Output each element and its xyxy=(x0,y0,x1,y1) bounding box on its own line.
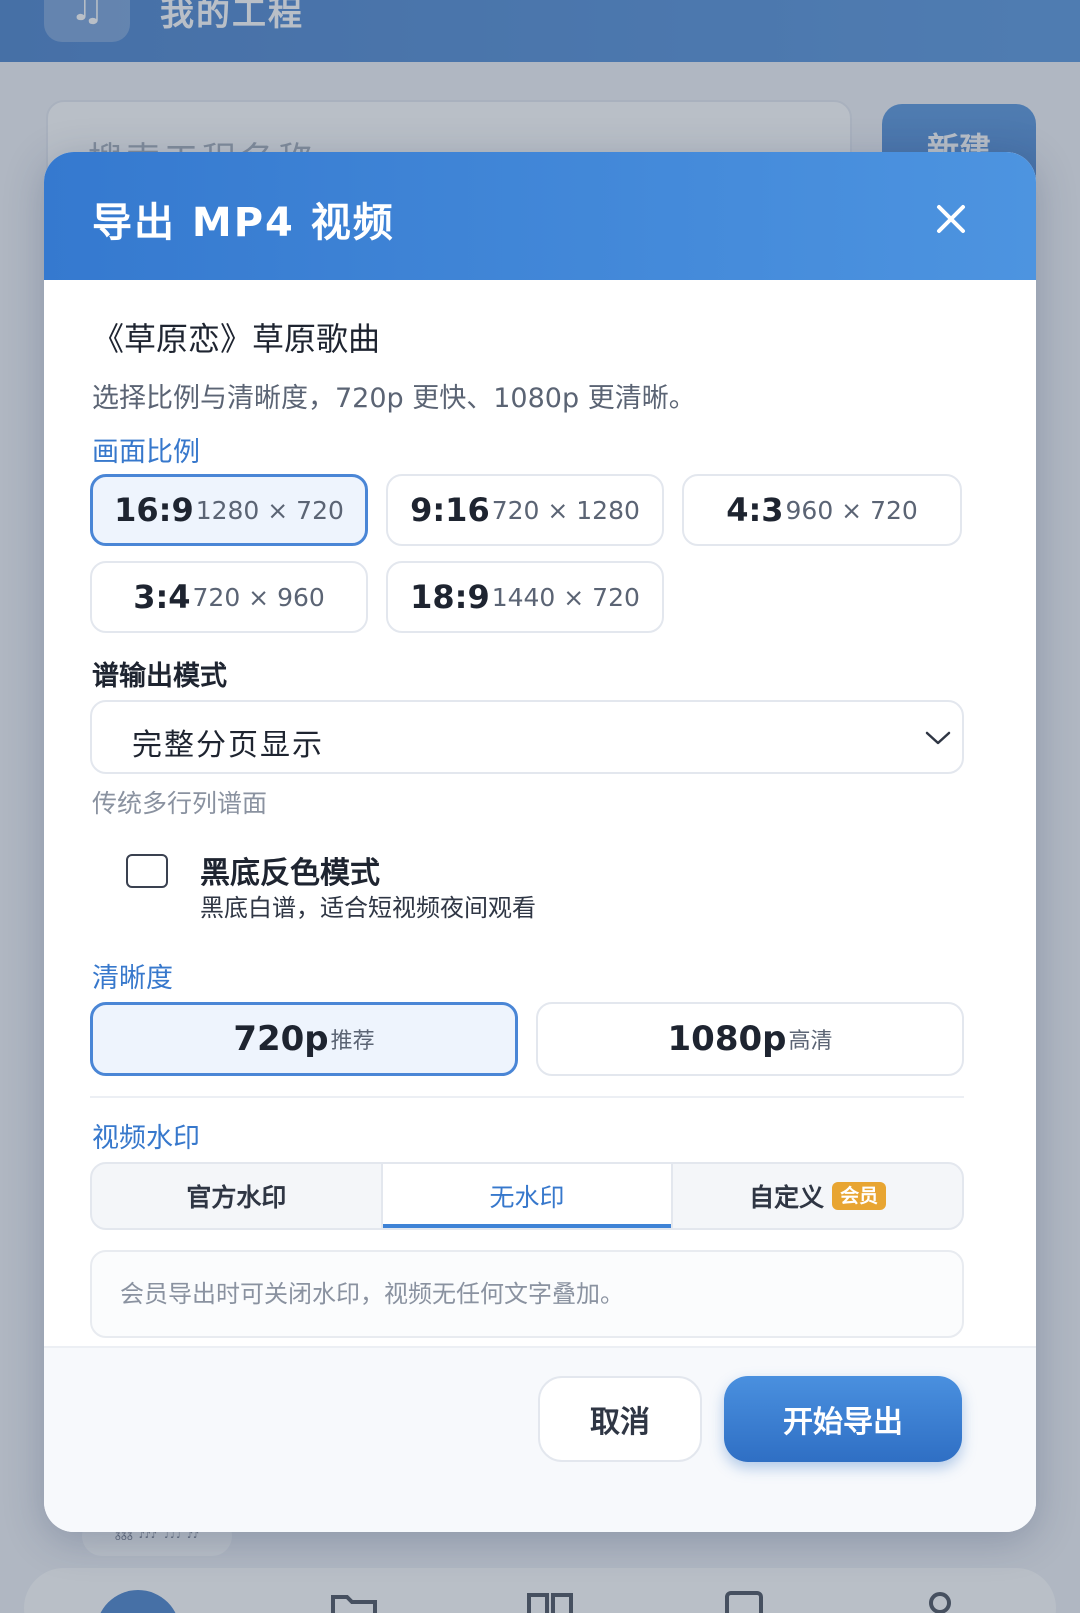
aspect-ratio-label: 画面比例 xyxy=(92,437,200,468)
ratio-resolution: 960 × 720 xyxy=(785,495,918,525)
dark-mode-title[interactable]: 黑底反色模式 xyxy=(200,848,380,892)
ratio-value: 16:9 xyxy=(114,491,194,529)
ratio-value: 4:3 xyxy=(726,491,784,529)
ratio-resolution: 720 × 960 xyxy=(192,582,325,612)
quality-value: 720p xyxy=(233,1019,329,1059)
chevron-down-icon xyxy=(925,731,951,745)
ratio-value: 18:9 xyxy=(410,578,490,616)
segment-label: 官方水印 xyxy=(186,1183,287,1212)
segment-label: 自定义 xyxy=(749,1183,825,1212)
close-button[interactable] xyxy=(924,192,978,246)
watermark-option-none[interactable]: 无水印 xyxy=(380,1164,672,1228)
section-divider xyxy=(90,1096,964,1098)
export-hint: 选择比例与清晰度，720p 更快、1080p 更清晰。 xyxy=(92,383,696,414)
dialog-footer: 取消 开始导出 xyxy=(44,1346,1036,1532)
vip-badge: 会员 xyxy=(832,1182,887,1210)
score-mode-label: 谱输出模式 xyxy=(92,661,227,692)
ratio-resolution: 1440 × 720 xyxy=(491,582,640,612)
ratio-option-16-9[interactable]: 16:9 1280 × 720 xyxy=(90,474,368,546)
score-mode-select[interactable]: 完整分页显示 xyxy=(90,700,964,774)
quality-value: 1080p xyxy=(667,1019,787,1059)
ratio-option-4-3[interactable]: 4:3 960 × 720 xyxy=(682,474,962,546)
quality-option-1080p[interactable]: 1080p 高清 xyxy=(536,1002,964,1076)
ratio-value: 9:16 xyxy=(410,491,490,529)
watermark-label: 视频水印 xyxy=(92,1123,200,1154)
dialog-header: 导出 MP4 视频 xyxy=(44,152,1036,280)
ratio-resolution: 720 × 1280 xyxy=(491,495,640,525)
song-name: 《草原恋》草原歌曲 xyxy=(92,320,381,358)
dark-mode-checkbox[interactable] xyxy=(126,854,168,888)
score-mode-value: 完整分页显示 xyxy=(132,728,324,763)
quality-tag: 高清 xyxy=(788,1029,833,1054)
segment-label: 无水印 xyxy=(489,1183,565,1212)
ratio-option-9-16[interactable]: 9:16 720 × 1280 xyxy=(386,474,664,546)
quality-label: 清晰度 xyxy=(92,963,173,994)
quality-option-720p[interactable]: 720p 推荐 xyxy=(90,1002,518,1076)
watermark-segmented-control: 官方水印 无水印 自定义 会员 xyxy=(90,1162,964,1230)
quality-tag: 推荐 xyxy=(330,1029,375,1054)
close-icon xyxy=(937,205,965,233)
export-dialog: 导出 MP4 视频 《草原恋》草原歌曲 选择比例与清晰度，720p 更快、108… xyxy=(44,152,1036,1532)
watermark-info-box: 会员导出时可关闭水印，视频无任何文字叠加。 xyxy=(90,1250,964,1338)
watermark-info-text: 会员导出时可关闭水印，视频无任何文字叠加。 xyxy=(120,1280,624,1308)
ratio-option-18-9[interactable]: 18:9 1440 × 720 xyxy=(386,561,664,633)
ratio-value: 3:4 xyxy=(133,578,191,616)
score-mode-description: 传统多行列谱面 xyxy=(92,789,268,818)
ratio-option-3-4[interactable]: 3:4 720 × 960 xyxy=(90,561,368,633)
watermark-option-custom[interactable]: 自定义 会员 xyxy=(671,1164,962,1228)
start-export-button[interactable]: 开始导出 xyxy=(724,1376,962,1462)
ratio-resolution: 1280 × 720 xyxy=(195,495,344,525)
dialog-title: 导出 MP4 视频 xyxy=(92,200,395,246)
cancel-button[interactable]: 取消 xyxy=(538,1376,702,1462)
watermark-option-official[interactable]: 官方水印 xyxy=(92,1164,381,1228)
dark-mode-description: 黑底白谱，适合短视频夜间观看 xyxy=(200,894,536,922)
